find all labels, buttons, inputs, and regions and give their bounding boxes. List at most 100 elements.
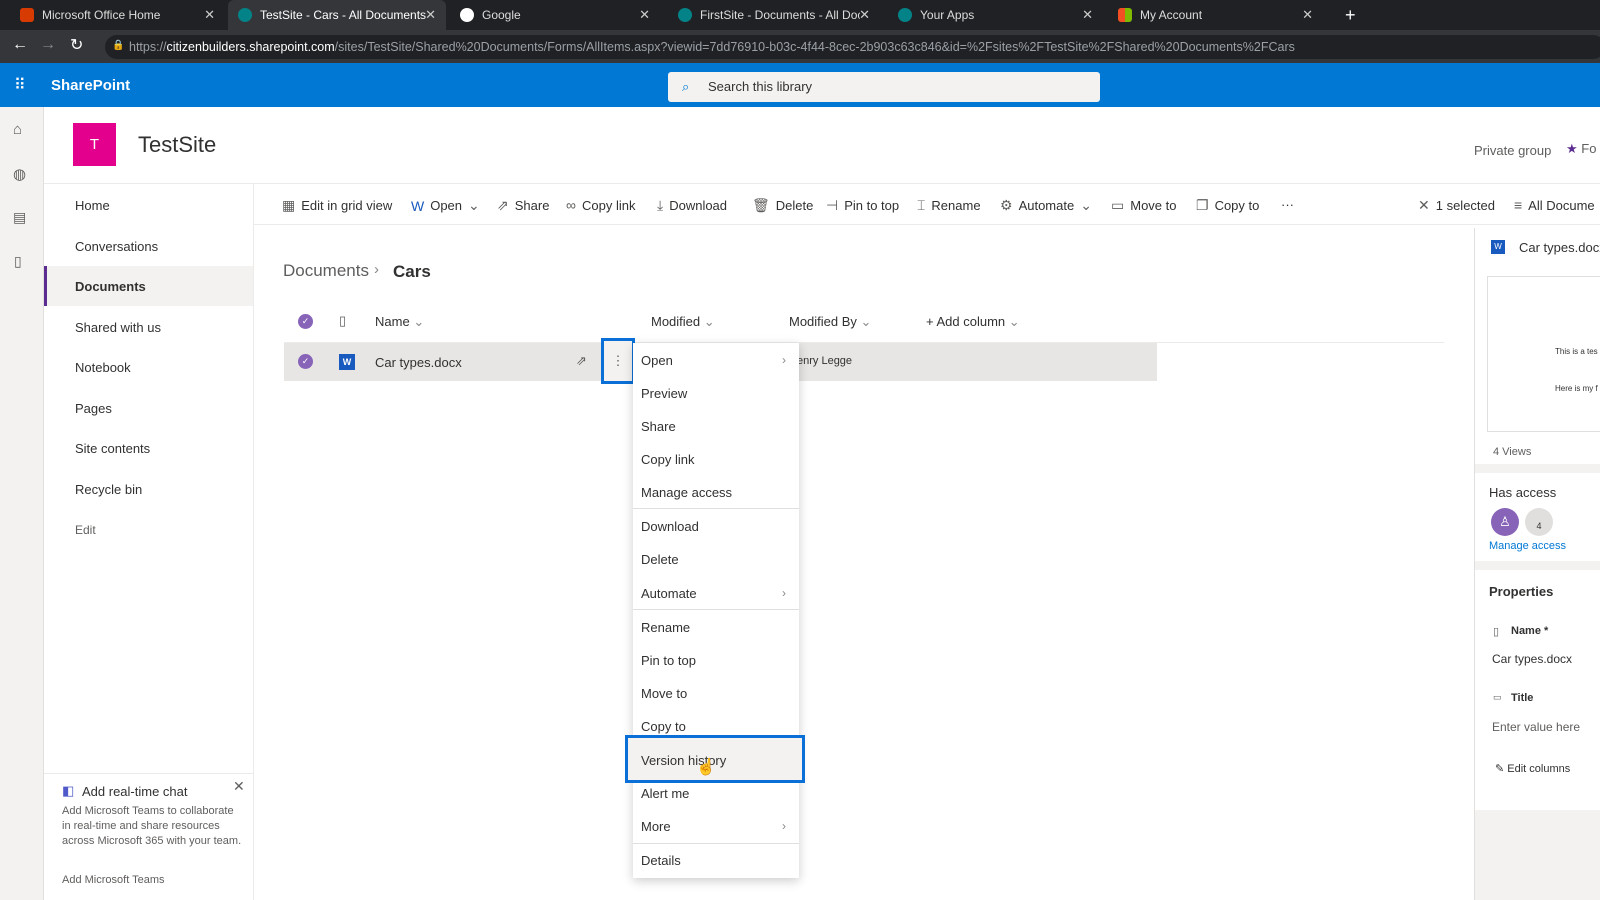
forward-icon[interactable]: →	[40, 36, 56, 54]
properties-card: Properties ▯ Name * Car types.docx ▭ Tit…	[1475, 570, 1600, 810]
nav-item-recycle-bin[interactable]: Recycle bin	[75, 482, 142, 497]
copy-link-button[interactable]: ∞ Copy link	[566, 197, 635, 213]
add-teams-link[interactable]: Add Microsoft Teams	[62, 874, 165, 886]
more-actions-button[interactable]: ⋮	[601, 338, 635, 384]
copy-to-button[interactable]: ❐ Copy to	[1196, 197, 1259, 214]
menu-item-pin-to-top[interactable]: Pin to top	[641, 653, 696, 668]
has-access-heading: Has access	[1489, 485, 1557, 500]
nav-item-shared-with-us[interactable]: Shared with us	[75, 320, 161, 335]
app-name[interactable]: SharePoint	[51, 77, 130, 94]
menu-item-manage-access[interactable]: Manage access	[641, 485, 732, 500]
nav-item-conversations[interactable]: Conversations	[75, 239, 158, 254]
reload-icon[interactable]: ↻	[70, 35, 83, 55]
url-field[interactable]: https://citizenbuilders.sharepoint.com/s…	[105, 35, 1600, 59]
breadcrumb-current: Cars	[393, 262, 431, 281]
home-icon[interactable]: ⌂	[13, 121, 22, 138]
nav-edit-link[interactable]: Edit	[75, 523, 96, 537]
close-icon[interactable]: ✕	[1302, 7, 1313, 23]
url-prefix: https://	[129, 40, 167, 54]
move-to-button[interactable]: ▭ Move to	[1111, 197, 1176, 214]
delete-button[interactable]: 🗑 Delete	[752, 197, 813, 214]
browser-tab[interactable]: My Account ✕	[1108, 0, 1323, 30]
preview-text: This is a tes	[1555, 347, 1598, 356]
share-button[interactable]: ⇗ Share	[497, 197, 549, 214]
title-field[interactable]: Enter value here	[1492, 720, 1580, 734]
chevron-down-icon: ⌄	[1008, 314, 1020, 329]
close-icon[interactable]: ✕	[639, 7, 650, 23]
file-icon[interactable]: ▯	[14, 253, 22, 270]
edit-columns-button[interactable]: ✎ Edit columns	[1495, 762, 1570, 775]
menu-item-delete[interactable]: Delete	[641, 552, 679, 567]
selected-count: 1 selected	[1435, 198, 1495, 213]
news-icon[interactable]: ▤	[13, 209, 26, 226]
rename-button[interactable]: ⌶ Rename	[917, 197, 981, 214]
microsoft-icon	[1118, 8, 1132, 22]
menu-item-details[interactable]: Details	[641, 853, 681, 868]
browser-tab[interactable]: Your Apps ✕	[888, 0, 1103, 30]
nav-item-notebook[interactable]: Notebook	[75, 360, 131, 375]
close-icon[interactable]: ✕	[233, 778, 245, 795]
file-name-link[interactable]: Car types.docx	[375, 355, 462, 370]
menu-item-copy-link[interactable]: Copy link	[641, 452, 694, 467]
menu-item-more[interactable]: More	[641, 819, 671, 834]
globe-icon[interactable]: ◍	[13, 165, 26, 183]
nav-item-documents[interactable]: Documents	[75, 279, 146, 294]
search-placeholder: Search this library	[708, 79, 813, 94]
manage-access-link[interactable]: Manage access	[1489, 540, 1566, 552]
add-column-button[interactable]: + Add column ⌄	[926, 314, 1020, 330]
automate-button[interactable]: ⚙ Automate ⌄	[1000, 197, 1092, 214]
follow-button[interactable]: ★ Fo	[1566, 141, 1596, 157]
copy-icon: ❐	[1196, 197, 1209, 213]
col-label: + Add column	[926, 314, 1006, 329]
menu-item-alert-me[interactable]: Alert me	[641, 786, 689, 801]
close-icon[interactable]: ✕	[1082, 7, 1093, 23]
nav-item-site-contents[interactable]: Site contents	[75, 441, 150, 456]
browser-tab[interactable]: Google ✕	[450, 0, 660, 30]
column-modified-by[interactable]: Modified By ⌄	[789, 314, 871, 330]
menu-item-share[interactable]: Share	[641, 419, 676, 434]
menu-item-rename[interactable]: Rename	[641, 620, 690, 635]
close-icon[interactable]: ✕	[859, 7, 870, 23]
menu-item-copy-to[interactable]: Copy to	[641, 719, 686, 734]
browser-tab-active[interactable]: TestSite - Cars - All Documents ✕	[228, 0, 446, 30]
close-icon[interactable]: ✕	[425, 7, 436, 23]
column-modified[interactable]: Modified ⌄	[651, 314, 715, 330]
document-preview[interactable]: This is a tes Here is my f	[1487, 276, 1600, 432]
app-launcher-icon[interactable]: ⠿	[14, 75, 26, 95]
search-input[interactable]: ⌕ Search this library	[668, 72, 1100, 102]
new-tab-button[interactable]: +	[1335, 0, 1366, 30]
download-button[interactable]: ⤓ Download	[657, 197, 727, 214]
site-logo[interactable]: T	[73, 123, 116, 166]
cmd-label: Copy link	[581, 197, 636, 213]
row-checkbox[interactable]: ✓	[298, 354, 313, 369]
user-avatar-icon[interactable]: ♙	[1491, 508, 1519, 536]
clear-selection-button[interactable]: ✕ 1 selected	[1418, 197, 1495, 214]
pin-to-top-button[interactable]: ⊣ Pin to top	[826, 197, 899, 214]
column-name[interactable]: Name ⌄	[375, 314, 424, 330]
edit-grid-view-button[interactable]: ▦ Edit in grid view	[282, 197, 392, 214]
browser-tab[interactable]: FirstSite - Documents - All Docun ✕	[668, 0, 880, 30]
close-icon[interactable]: ✕	[204, 7, 215, 23]
menu-item-preview[interactable]: Preview	[641, 386, 687, 401]
nav-item-home[interactable]: Home	[75, 198, 110, 213]
select-all-checkbox[interactable]: ✓	[298, 314, 313, 329]
name-field[interactable]: Car types.docx	[1492, 652, 1572, 666]
open-button[interactable]: W Open ⌄	[411, 197, 480, 214]
name-label: Name *	[1511, 625, 1549, 637]
view-switcher[interactable]: ≡ All Docume	[1514, 197, 1595, 213]
browser-tab[interactable]: Microsoft Office Home ✕	[10, 0, 225, 30]
more-commands-button[interactable]: ···	[1281, 197, 1294, 212]
teams-card-body: Add Microsoft Teams to collaborate in re…	[62, 805, 242, 847]
back-icon[interactable]: ←	[12, 36, 28, 54]
nav-item-pages[interactable]: Pages	[75, 401, 112, 416]
teams-card: ◧ Add real-time chat ✕ Add Microsoft Tea…	[44, 773, 253, 900]
menu-item-automate[interactable]: Automate	[641, 586, 697, 601]
menu-item-open[interactable]: Open	[641, 353, 673, 368]
members-count-badge[interactable]: 4	[1525, 508, 1553, 536]
menu-item-download[interactable]: Download	[641, 519, 699, 534]
breadcrumb-documents[interactable]: Documents	[283, 261, 369, 281]
menu-item-move-to[interactable]: Move to	[641, 686, 687, 701]
share-icon[interactable]: ⇗	[576, 353, 587, 369]
views-count: 4 Views	[1493, 446, 1532, 458]
site-title[interactable]: TestSite	[138, 132, 216, 158]
